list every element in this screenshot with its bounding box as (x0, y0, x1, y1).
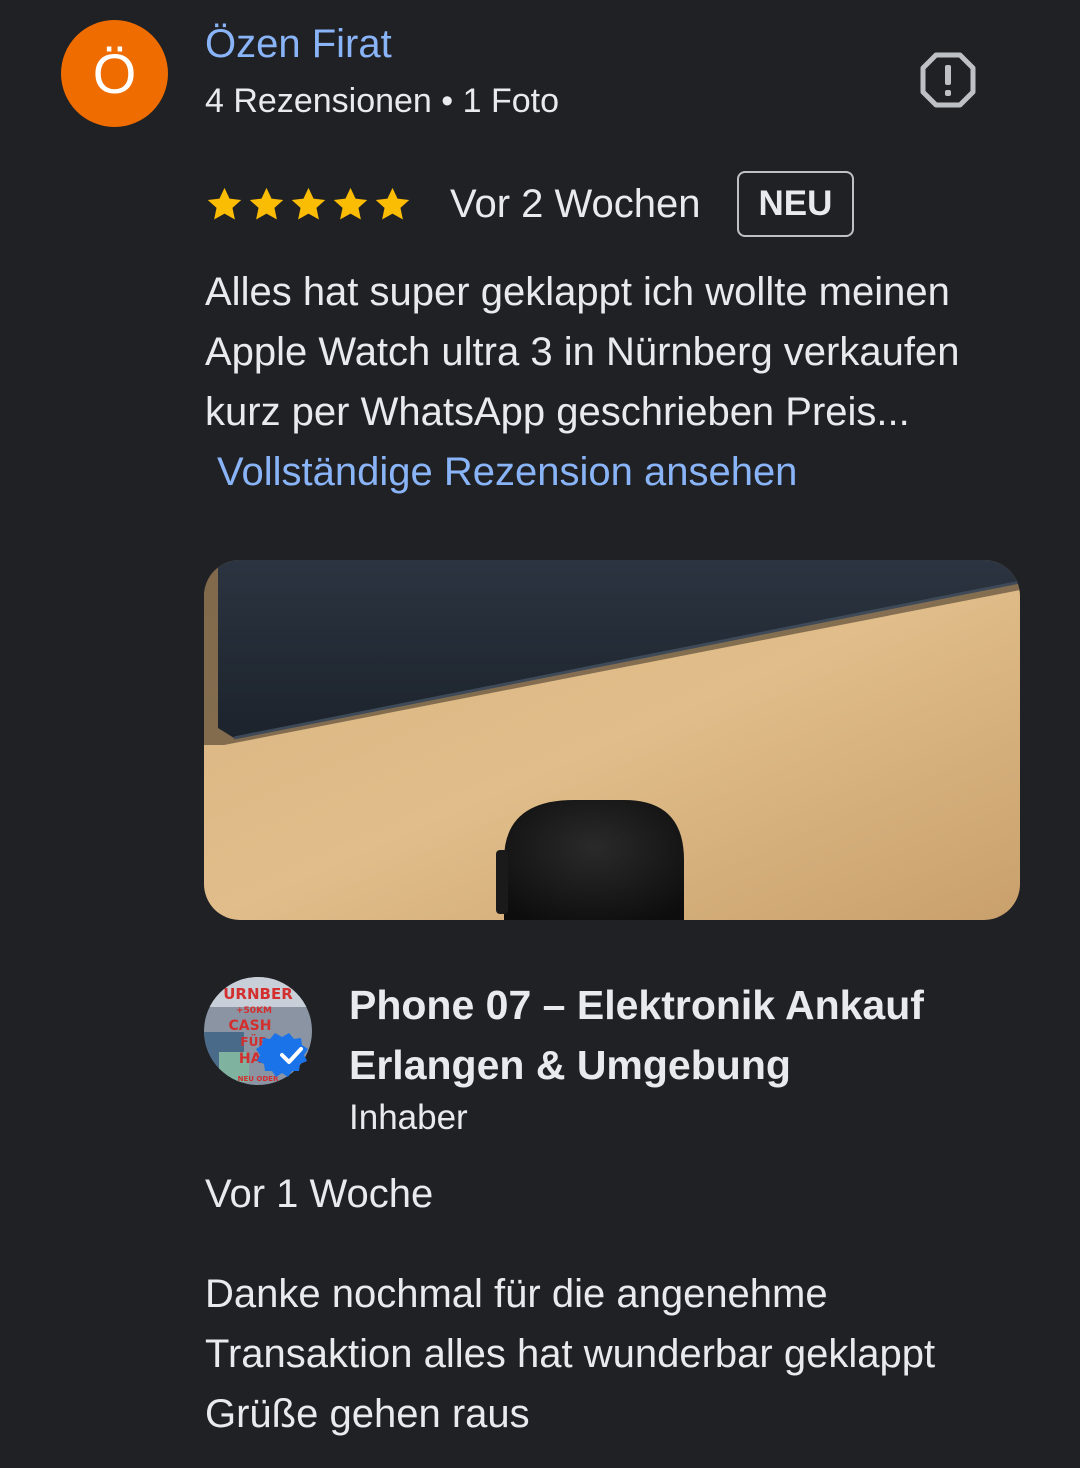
star-icon (375, 187, 410, 219)
logo-text: NEU ODER (238, 1075, 279, 1083)
owner-role: Inhaber (349, 1098, 468, 1137)
reply-text-line: Transaktion alles hat wunderbar geklappt (205, 1332, 936, 1376)
star-icon (333, 187, 368, 219)
star-icon (207, 187, 242, 219)
reply-text: Danke nochmal für die angenehme Transakt… (205, 1264, 1035, 1444)
review-photo-image (204, 560, 1020, 920)
read-full-review-link[interactable]: Vollständige Rezension ansehen (217, 442, 797, 502)
review-date: Vor 2 Wochen (450, 181, 701, 226)
review-text: Alles hat super geklappt ich wollte mein… (205, 262, 1035, 442)
avatar-letter: Ö (92, 42, 137, 105)
review-text-line: Alles hat super geklappt ich wollte mein… (205, 270, 950, 314)
owner-logo[interactable]: URNBER +50KM CASH FÜR HAN NEU ODER (204, 977, 312, 1085)
star-icon (249, 187, 284, 219)
reply-date: Vor 1 Woche (205, 1172, 434, 1216)
logo-text: URNBER (223, 985, 293, 1003)
owner-name-line: Erlangen & Umgebung (349, 1042, 791, 1088)
logo-text: +50KM (236, 1006, 272, 1016)
star-rating (205, 185, 412, 224)
review-photo[interactable] (204, 560, 1020, 920)
review-text-line: kurz per WhatsApp geschrieben Preis... (205, 390, 910, 434)
reviewer-avatar[interactable]: Ö (61, 20, 168, 127)
reply-text-line: Danke nochmal für die angenehme (205, 1272, 828, 1316)
owner-name-line: Phone 07 – Elektronik Ankauf (349, 982, 924, 1028)
reviewer-meta: 4 Rezensionen • 1 Foto (205, 82, 560, 120)
new-badge: NEU (736, 171, 855, 237)
review-text-line: Apple Watch ultra 3 in Nürnberg verkaufe… (205, 330, 960, 374)
reviewer-name[interactable]: Özen Firat (205, 22, 392, 67)
report-icon[interactable] (918, 50, 978, 110)
rating-row: Vor 2 Wochen NEU (205, 168, 855, 240)
reply-text-line: Grüße gehen raus (205, 1392, 530, 1436)
logo-text: CASH (229, 1018, 272, 1034)
owner-name[interactable]: Phone 07 – Elektronik Ankauf Erlangen & … (349, 975, 1049, 1095)
star-icon (291, 187, 326, 219)
